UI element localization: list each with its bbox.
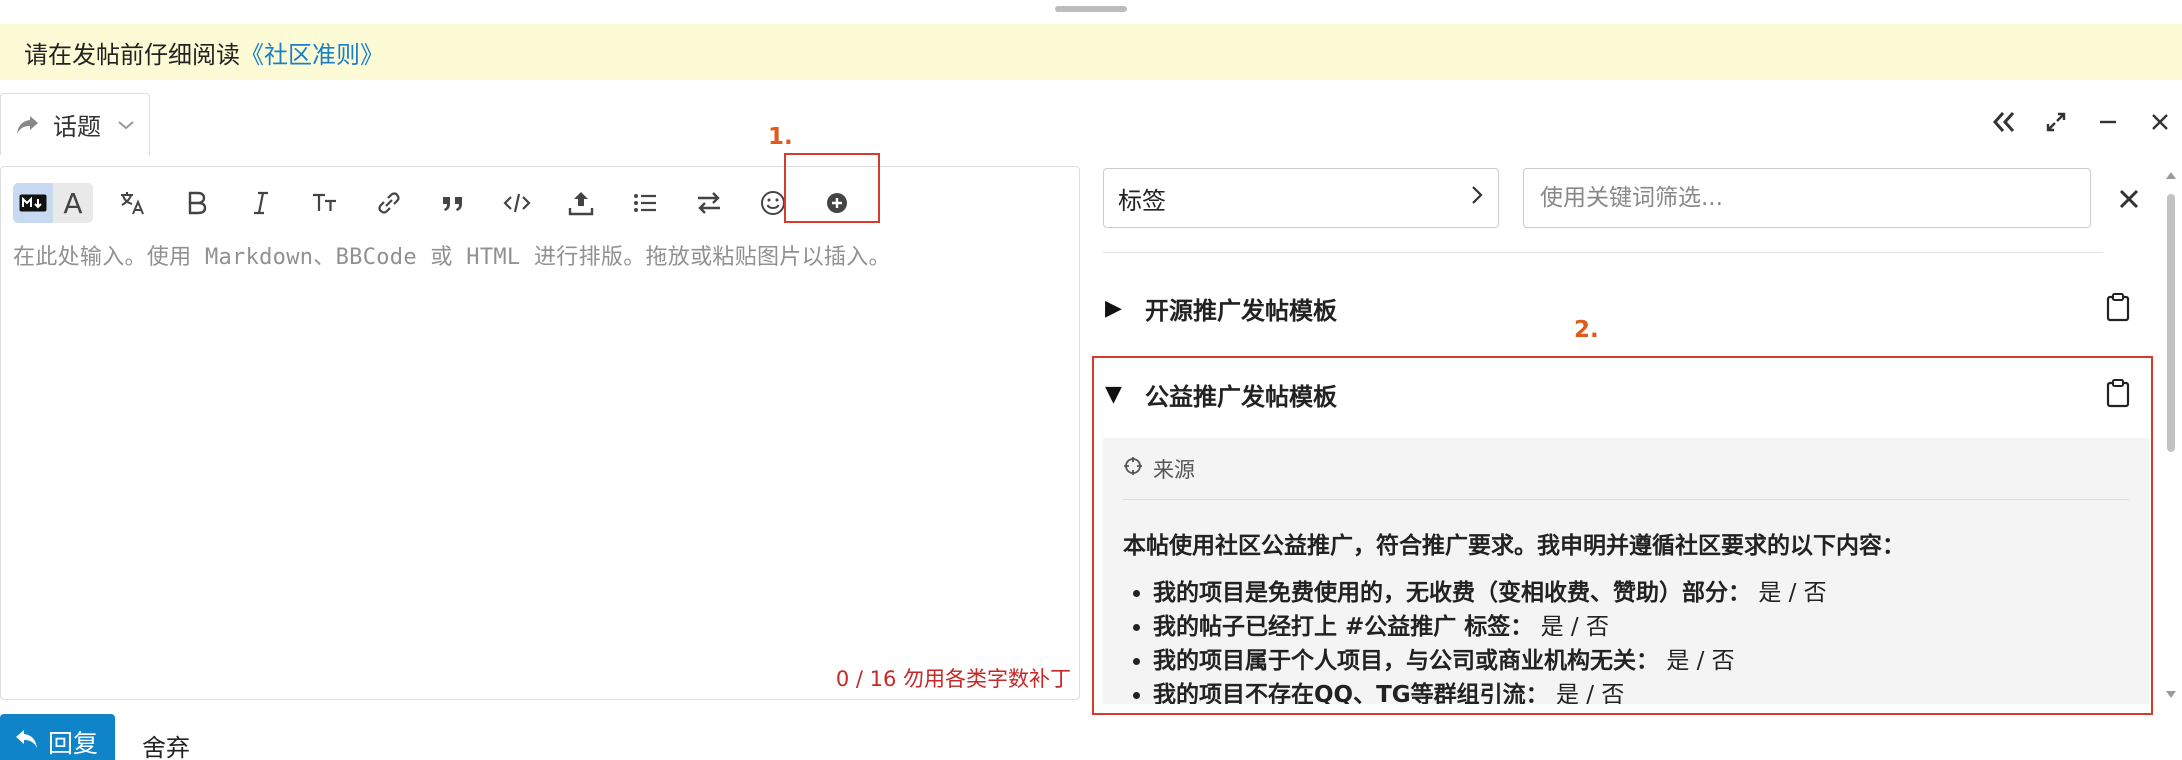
bold-icon[interactable] [165, 179, 229, 227]
italic-icon[interactable] [229, 179, 293, 227]
bullet-list-icon[interactable] [613, 179, 677, 227]
template-title: 开源推广发帖模板 [1145, 296, 1337, 325]
translate-icon[interactable] [101, 179, 165, 227]
reply-share-icon [15, 112, 41, 138]
swap-arrows-icon[interactable] [677, 179, 741, 227]
link-icon[interactable] [357, 179, 421, 227]
expand-triangle-icon: ▶ [1105, 295, 1122, 321]
annotation-label-2: 2. [1574, 317, 1599, 343]
reply-arrow-icon [14, 728, 38, 757]
character-counter: 0 / 16 勿用各类字数补丁 [835, 667, 1071, 691]
side-panel-scrollbar[interactable] [2166, 172, 2176, 698]
close-panel-icon[interactable] [2114, 184, 2144, 214]
template-item-opensource[interactable]: ▶ 开源推广发帖模板 [1103, 278, 2147, 338]
scroll-up-arrow-icon[interactable] [2166, 172, 2176, 179]
guidelines-link[interactable]: 《社区准则》 [240, 35, 384, 70]
expand-fullscreen-icon[interactable] [2042, 108, 2070, 136]
divider [1103, 252, 2103, 253]
heading-icon[interactable] [293, 179, 357, 227]
annotation-label-1: 1. [768, 124, 793, 150]
quote-icon[interactable] [421, 179, 485, 227]
rich-text-icon[interactable]: A [53, 183, 93, 223]
annotation-box-2 [1092, 356, 2153, 715]
chevron-down-icon [113, 112, 139, 138]
banner-text: 请在发帖前仔细阅读 [24, 40, 240, 69]
tag-select[interactable]: 标签 [1103, 168, 1499, 228]
composer-editor[interactable]: A 在此处输入。使用 Markdown、BBCode 或 HTML 进行排版。拖… [0, 166, 1080, 700]
markdown-icon[interactable] [13, 183, 53, 223]
discard-link[interactable]: 舍弃 [142, 728, 190, 760]
template-filter-input[interactable] [1523, 168, 2091, 228]
clipboard-icon[interactable] [2105, 292, 2133, 324]
reply-label: 回复 [48, 730, 99, 758]
reply-button[interactable]: 回复 [0, 714, 115, 760]
code-icon[interactable] [485, 179, 549, 227]
collapse-double-chevron-icon[interactable] [1990, 108, 2018, 136]
chevron-right-icon [1470, 184, 1484, 212]
editor-toolbar: A [13, 179, 869, 227]
guidelines-banner: 请在发帖前仔细阅读 《社区准则》 [0, 24, 2182, 80]
minimize-icon[interactable] [2094, 108, 2122, 136]
resize-grip[interactable] [1055, 6, 1127, 12]
topic-label: 话题 [53, 113, 101, 141]
upload-icon[interactable] [549, 179, 613, 227]
scroll-thumb[interactable] [2167, 194, 2175, 452]
close-icon[interactable] [2146, 108, 2174, 136]
editor-placeholder[interactable]: 在此处输入。使用 Markdown、BBCode 或 HTML 进行排版。拖放或… [13, 239, 891, 271]
topic-action-dropdown[interactable]: 话题 [0, 93, 150, 155]
annotation-box-1 [784, 153, 880, 223]
scroll-down-arrow-icon[interactable] [2166, 691, 2176, 698]
tag-select-label: 标签 [1118, 186, 1166, 215]
markdown-mode-toggle[interactable]: A [13, 183, 93, 223]
